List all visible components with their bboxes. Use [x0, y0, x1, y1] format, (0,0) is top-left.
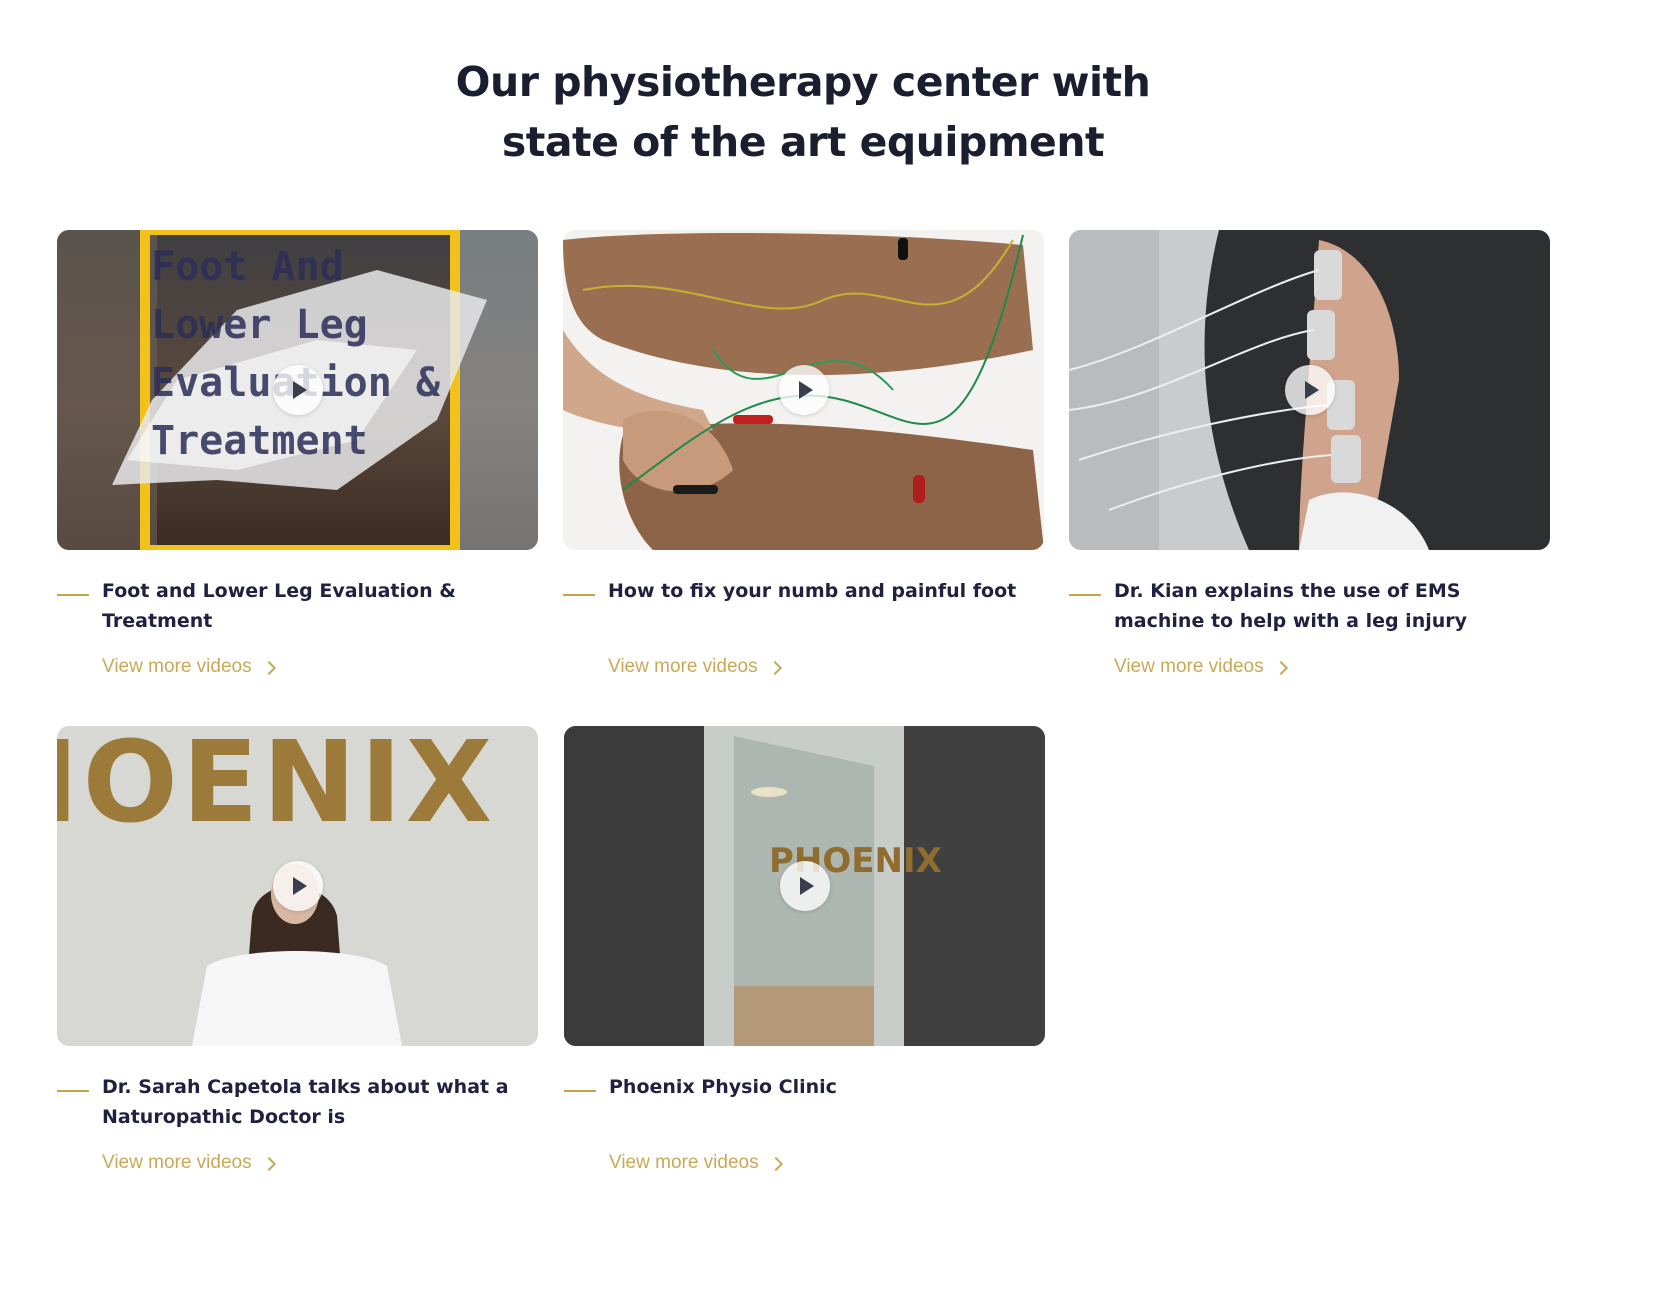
view-more-label: View more videos: [102, 656, 252, 677]
accent-dash: [57, 594, 89, 596]
play-button[interactable]: [779, 861, 830, 911]
video-card-numb-foot: How to fix your numb and painful foot Vi…: [563, 230, 1044, 677]
section-title: Our physiotherapy center with state of t…: [0, 52, 1606, 172]
video-thumbnail[interactable]: PHOENIX: [564, 726, 1045, 1046]
card-title-row: Dr. Kian explains the use of EMS machine…: [1069, 576, 1550, 636]
card-title-row: Foot and Lower Leg Evaluation & Treatmen…: [57, 576, 538, 636]
view-more-videos-link[interactable]: View more videos: [102, 1152, 276, 1174]
video-thumbnail[interactable]: [1069, 230, 1550, 550]
accent-dash: [1069, 594, 1101, 596]
play-button[interactable]: [272, 861, 323, 911]
chevron-right-icon: [1273, 660, 1288, 676]
chevron-right-icon: [261, 660, 276, 676]
view-more-videos-link[interactable]: View more videos: [102, 656, 276, 678]
video-card-foot-evaluation: Foot And Lower Leg Evaluation & Treatmen…: [57, 230, 538, 677]
card-title-row: How to fix your numb and painful foot: [563, 576, 1044, 636]
view-more-videos-link[interactable]: View more videos: [608, 656, 782, 678]
play-button[interactable]: [1284, 365, 1335, 415]
video-card-naturopathic: IOENIX Dr. Sarah Capetola talks about wh…: [57, 726, 538, 1173]
chevron-right-icon: [767, 660, 782, 676]
thumb-logo-text: IOENIX: [57, 726, 496, 848]
view-more-label: View more videos: [102, 1152, 252, 1173]
play-icon: [292, 877, 307, 895]
section-title-line-2: state of the art equipment: [501, 118, 1105, 166]
video-thumbnail[interactable]: IOENIX: [57, 726, 538, 1046]
thumb-text-line-2: Lower Leg: [151, 302, 368, 348]
video-thumbnail[interactable]: [563, 230, 1044, 550]
accent-dash: [57, 1090, 89, 1092]
play-icon: [292, 381, 307, 399]
thumb-text-line-4: Treatment: [151, 418, 368, 464]
video-thumbnail[interactable]: Foot And Lower Leg Evaluation & Treatmen…: [57, 230, 538, 550]
card-title-row: Phoenix Physio Clinic: [564, 1072, 1045, 1132]
thumb-text-line-1: Foot And: [151, 244, 344, 290]
view-more-videos-link[interactable]: View more videos: [609, 1152, 783, 1174]
accent-dash: [564, 1090, 596, 1092]
video-title: Dr. Sarah Capetola talks about what a Na…: [102, 1076, 509, 1128]
view-more-label: View more videos: [609, 1152, 759, 1173]
play-icon: [1304, 381, 1319, 399]
section-title-line-1: Our physiotherapy center with: [455, 58, 1151, 106]
accent-dash: [563, 594, 595, 596]
play-button[interactable]: [272, 365, 323, 415]
chevron-right-icon: [261, 1156, 276, 1172]
video-title: Dr. Kian explains the use of EMS machine…: [1114, 580, 1468, 632]
video-title: Phoenix Physio Clinic: [609, 1076, 837, 1098]
video-card-phoenix-clinic: PHOENIX Phoenix Physio Clinic View more …: [564, 726, 1045, 1173]
play-icon: [798, 381, 813, 399]
view-more-label: View more videos: [608, 656, 758, 677]
video-title: How to fix your numb and painful foot: [608, 580, 1017, 602]
view-more-videos-link[interactable]: View more videos: [1114, 656, 1288, 678]
play-button[interactable]: [778, 365, 829, 415]
view-more-label: View more videos: [1114, 656, 1264, 677]
chevron-right-icon: [768, 1156, 783, 1172]
video-title: Foot and Lower Leg Evaluation & Treatmen…: [102, 580, 456, 632]
card-title-row: Dr. Sarah Capetola talks about what a Na…: [57, 1072, 538, 1132]
video-card-ems-machine: Dr. Kian explains the use of EMS machine…: [1069, 230, 1550, 677]
play-icon: [799, 877, 814, 895]
